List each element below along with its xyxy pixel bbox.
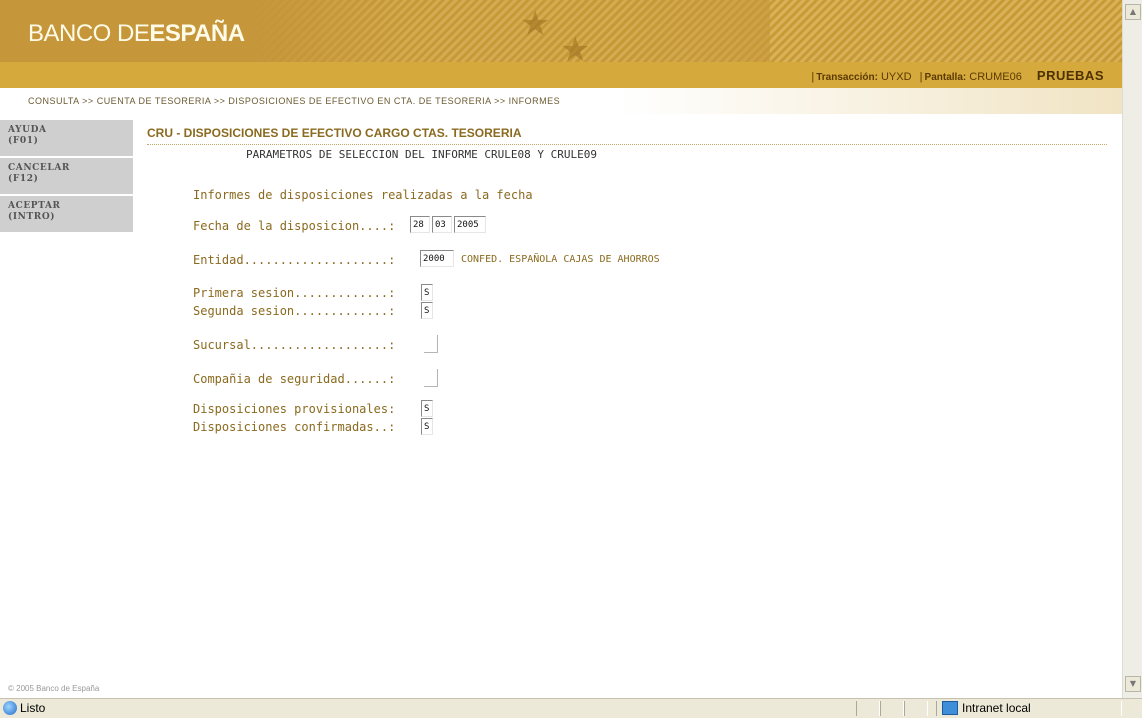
status-pane <box>904 701 928 716</box>
confirmadas-label: Disposiciones confirmadas..: <box>193 420 396 434</box>
breadcrumb: CONSULTA >> CUENTA DE TESORERIA >> DISPO… <box>28 96 561 106</box>
primera-sesion-label: Primera sesion.............: <box>193 286 396 300</box>
copyright: © 2005 Banco de España <box>8 684 100 693</box>
logo-light-text: BANCO DE <box>28 20 150 47</box>
entidad-description: CONFED. ESPAÑOLA CAJAS DE AHORROS <box>461 254 660 265</box>
primera-sesion-field[interactable]: S <box>421 284 433 301</box>
transaction-info: | Transacción: UYXD | Pantalla: CRUME06 PR… <box>811 68 1104 83</box>
section-heading: Informes de disposiciones realizadas a l… <box>193 188 533 202</box>
status-bar: Listo Intranet local <box>0 698 1142 718</box>
scroll-up-icon[interactable]: ▲ <box>1125 4 1141 20</box>
compania-label: Compañia de seguridad......: <box>193 372 396 386</box>
environment-badge: PRUEBAS <box>1036 68 1104 83</box>
screen-label: Pantalla: <box>924 72 967 83</box>
screen-value: CRUME06 <box>969 71 1022 83</box>
transaction-value: UYXD <box>880 71 912 83</box>
fecha-label: Fecha de la disposicion....: <box>193 219 396 233</box>
fecha-day-field[interactable]: 28 <box>410 216 430 233</box>
header-banner: ★ ★ BANCO DEESPAÑA <box>0 0 1122 70</box>
info-bar: | Transacción: UYXD | Pantalla: CRUME06 PR… <box>0 62 1122 88</box>
cancel-button-label: CANCELAR (F12) <box>8 163 70 184</box>
accept-button[interactable]: ACEPTAR (INTRO) <box>0 196 133 233</box>
scroll-down-icon[interactable]: ▼ <box>1125 676 1141 692</box>
confirmadas-field[interactable]: S <box>421 418 433 435</box>
banner-decoration <box>250 0 770 62</box>
breadcrumb-bar: CONSULTA >> CUENTA DE TESORERIA >> DISPO… <box>0 88 1122 114</box>
page-subtitle: PARAMETROS DE SELECCION DEL INFORME CRUL… <box>246 148 597 161</box>
accept-button-label: ACEPTAR (INTRO) <box>8 201 61 222</box>
status-text: Listo <box>20 701 46 715</box>
help-button-label: AYUDA (F01) <box>8 125 47 146</box>
fecha-month-field[interactable]: 03 <box>432 216 452 233</box>
segunda-sesion-field[interactable]: S <box>421 302 433 319</box>
entidad-field[interactable]: 2000 <box>420 250 454 267</box>
provisionales-label: Disposiciones provisionales: <box>193 402 396 416</box>
cancel-button[interactable]: CANCELAR (F12) <box>0 158 133 195</box>
logo-bold-text: ESPAÑA <box>149 20 245 47</box>
status-pane <box>856 701 880 716</box>
sucursal-field[interactable] <box>424 335 438 353</box>
sucursal-label: Sucursal...................: <box>193 338 396 352</box>
bank-logo: BANCO DEESPAÑA <box>28 20 245 48</box>
transaction-label: Transacción: <box>816 72 878 83</box>
segunda-sesion-label: Segunda sesion.............: <box>193 304 396 318</box>
page-title: CRU - DISPOSICIONES DE EFECTIVO CARGO CT… <box>147 126 522 140</box>
star-decoration-icon: ★ <box>520 4 551 44</box>
vertical-scrollbar[interactable]: ▲ ▼ <box>1122 0 1142 698</box>
entidad-label: Entidad....................: <box>193 253 396 267</box>
zone-text: Intranet local <box>962 701 1031 715</box>
title-divider <box>147 144 1107 145</box>
fecha-year-field[interactable]: 2005 <box>454 216 486 233</box>
status-pane <box>880 701 904 716</box>
compania-field[interactable] <box>424 369 438 387</box>
ie-page-icon <box>3 701 17 715</box>
help-button[interactable]: AYUDA (F01) <box>0 120 133 157</box>
provisionales-field[interactable]: S <box>421 400 433 417</box>
intranet-zone-icon <box>942 701 958 715</box>
